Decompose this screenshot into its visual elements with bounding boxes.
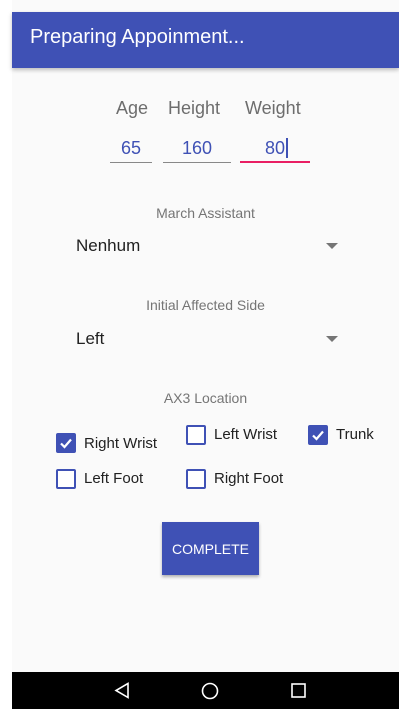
affected-side-spinner[interactable]: Left [76, 325, 338, 355]
age-field[interactable]: 65 [110, 136, 152, 163]
weight-label: Weight [245, 98, 301, 118]
march-assistant-value: Nenhum [76, 236, 141, 255]
checkbox-checked-icon [56, 433, 76, 453]
affected-side-label: Initial Affected Side [146, 297, 265, 313]
recents-icon[interactable] [291, 683, 306, 698]
dropdown-arrow-icon [326, 243, 338, 249]
app-bar: Preparing Appoinment... [12, 12, 399, 68]
height-underline [163, 162, 231, 163]
march-assistant-label: March Assistant [156, 205, 255, 221]
checkbox-label: Left Wrist [214, 426, 278, 443]
checkbox-label: Trunk [336, 426, 374, 443]
home-icon[interactable] [201, 682, 219, 700]
age-value: 65 [120, 138, 142, 158]
system-nav-bar [12, 672, 399, 709]
device-frame [0, 0, 12, 709]
back-icon[interactable] [114, 682, 130, 699]
app-title: Preparing Appoinment... [30, 26, 245, 48]
checkbox-label: Right Wrist [84, 435, 158, 452]
checkbox-label: Left Foot [84, 470, 144, 487]
weight-value: 80 [264, 138, 286, 158]
height-label: Height [168, 98, 221, 118]
age-underline [110, 162, 152, 163]
affected-side-value: Left [76, 329, 105, 348]
checkbox-unchecked-icon [56, 469, 76, 489]
height-field[interactable]: 160 [163, 136, 231, 163]
weight-underline [240, 161, 310, 163]
checkbox-label: Right Foot [214, 470, 284, 487]
checkbox-unchecked-icon [186, 425, 206, 445]
march-assistant-spinner[interactable]: Nenhum [76, 232, 338, 262]
age-label: Age [116, 98, 149, 118]
complete-button[interactable]: COMPLETE [162, 522, 259, 575]
checkbox-checked-icon [308, 425, 328, 445]
height-value: 160 [181, 138, 213, 158]
dropdown-arrow-icon [326, 336, 338, 342]
checkbox-unchecked-icon [186, 469, 206, 489]
text-cursor [286, 138, 288, 158]
weight-field[interactable]: 80 [240, 136, 310, 163]
ax3-location-label: AX3 Location [163, 390, 248, 406]
app-screen: Preparing Appoinment... Age Height Weigh… [12, 0, 399, 709]
